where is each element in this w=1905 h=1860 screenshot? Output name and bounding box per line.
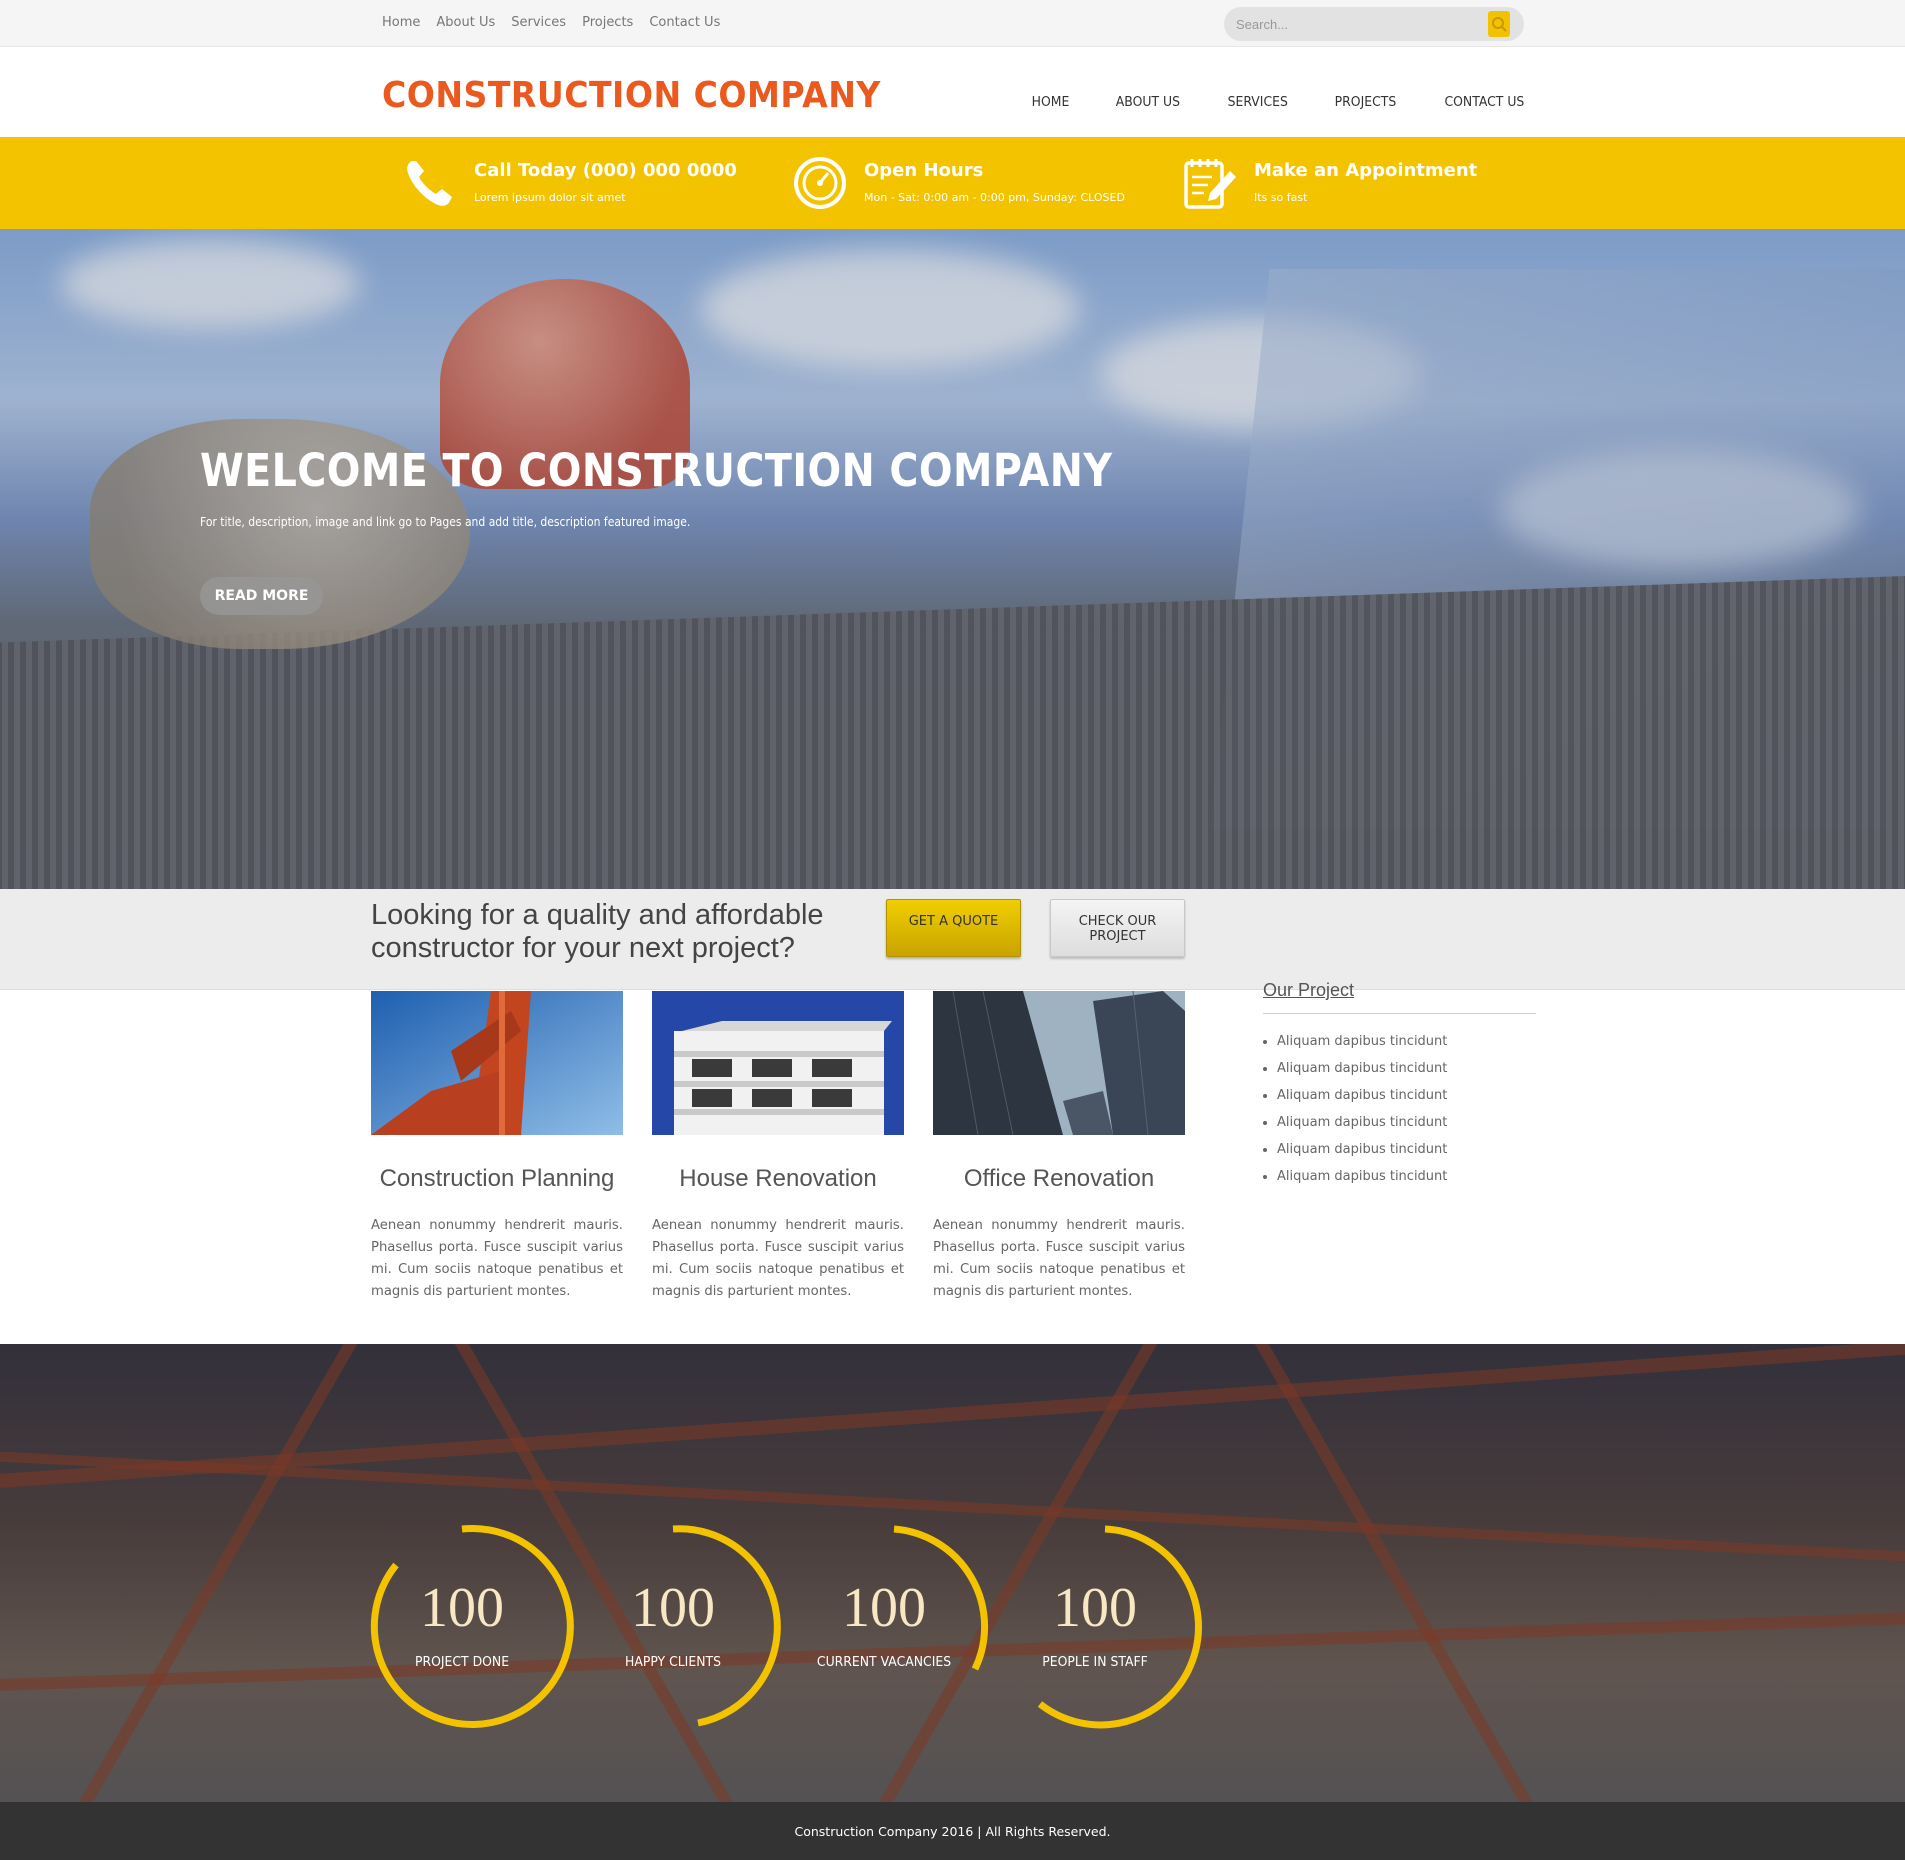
stat-value: 100 <box>842 1577 926 1639</box>
stat-counter: 100 PROJECT DONE <box>367 1524 577 1734</box>
main-nav-projects[interactable]: PROJECTS <box>1335 94 1397 110</box>
hero-title: WELCOME TO CONSTRUCTION COMPANY <box>200 444 1113 497</box>
top-nav-services[interactable]: Services <box>511 15 566 30</box>
stats-section: 100 PROJECT DONE 100 HAPPY CLIENTS 100 C… <box>0 1344 1905 1802</box>
hero-slider: WELCOME TO CONSTRUCTION COMPANY For titl… <box>0 229 1905 889</box>
stat-label: HAPPY CLIENTS <box>625 1654 721 1670</box>
sidebar-list-item[interactable]: Aliquam dapibus tincidunt <box>1277 1055 1536 1082</box>
info-appointment-title: Make an Appointment <box>1254 160 1478 181</box>
sidebar-title[interactable]: Our Project <box>1263 980 1536 1014</box>
info-appointment-subtitle: Its so fast <box>1254 191 1308 204</box>
sidebar-list: Aliquam dapibus tincidunt Aliquam dapibu… <box>1263 1028 1536 1190</box>
service-card: Construction Planning Aenean nonummy hen… <box>371 991 623 1303</box>
sidebar-list-item[interactable]: Aliquam dapibus tincidunt <box>1277 1028 1536 1055</box>
office-towers-photo-art <box>933 991 1185 1135</box>
main-nav-services[interactable]: SERVICES <box>1227 94 1287 110</box>
phone-icon <box>407 161 452 206</box>
search-box <box>1224 7 1524 41</box>
main-nav-contact[interactable]: CONTACT US <box>1445 94 1525 110</box>
service-text: Aenean nonummy hendrerit mauris. Phasell… <box>933 1218 1185 1299</box>
sidebar-list-item[interactable]: Aliquam dapibus tincidunt <box>1277 1082 1536 1109</box>
stat-label: PROJECT DONE <box>414 1654 510 1670</box>
check-project-button[interactable]: CHECK OUR PROJECT <box>1050 899 1185 957</box>
info-hours-title: Open Hours <box>864 160 984 181</box>
service-text: Aenean nonummy hendrerit mauris. Phasell… <box>652 1218 904 1299</box>
service-title: Construction Planning <box>379 1165 615 1192</box>
cta-text: Looking for a quality and affordable con… <box>371 899 824 964</box>
read-more-button[interactable]: READ MORE <box>200 577 323 615</box>
sidebar-list-item[interactable]: Aliquam dapibus tincidunt <box>1277 1136 1536 1163</box>
stat-counter: 100 HAPPY CLIENTS <box>578 1524 788 1734</box>
site-footer: Construction Company 2016 | All Rights R… <box>0 1802 1905 1860</box>
notepad-pencil-icon <box>1184 159 1236 209</box>
top-nav-home[interactable]: Home <box>382 15 420 30</box>
search-button[interactable] <box>1488 11 1510 37</box>
our-project-sidebar: Our Project Aliquam dapibus tincidunt Al… <box>1263 980 1536 1190</box>
bridge-photo-art <box>371 991 623 1135</box>
top-nav-contact[interactable]: Contact Us <box>649 15 720 30</box>
get-quote-button[interactable]: GET A QUOTE <box>886 899 1021 957</box>
cta-band: Looking for a quality and affordable con… <box>0 889 1905 990</box>
footer-copyright: Construction Company 2016 | All Rights R… <box>794 1824 1111 1839</box>
search-input[interactable] <box>1236 7 1486 41</box>
info-bar: Call Today (000) 000 0000 Lorem ipsum do… <box>0 137 1905 229</box>
office-towers-photo[interactable] <box>933 991 1185 1135</box>
info-call-subtitle: Lorem ipsum dolor sit amet <box>474 191 626 204</box>
top-nav-projects[interactable]: Projects <box>582 15 633 30</box>
site-header: CONSTRUCTION COMPANY HOME ABOUT US SERVI… <box>0 47 1905 137</box>
service-text: Aenean nonummy hendrerit mauris. Phasell… <box>371 1218 623 1299</box>
service-title: House Renovation <box>679 1165 877 1192</box>
site-logo[interactable]: CONSTRUCTION COMPANY <box>382 75 881 116</box>
search-icon <box>1492 17 1507 32</box>
top-nav: Home About Us Services Projects Contact … <box>382 15 720 30</box>
top-utility-bar: Home About Us Services Projects Contact … <box>0 0 1905 47</box>
info-call-title: Call Today (000) 000 0000 <box>474 160 737 181</box>
stat-value: 100 <box>1053 1577 1137 1639</box>
bridge-photo[interactable] <box>371 991 623 1135</box>
sidebar-list-item[interactable]: Aliquam dapibus tincidunt <box>1277 1163 1536 1190</box>
stat-label: PEOPLE IN STAFF <box>1042 1654 1148 1670</box>
stat-value: 100 <box>420 1577 504 1639</box>
hero-overlay <box>0 229 1905 889</box>
hero-text: For title, description, image and link g… <box>200 515 691 529</box>
service-card: House Renovation Aenean nonummy hendreri… <box>652 991 904 1303</box>
house-photo-art <box>652 991 904 1135</box>
service-card: Office Renovation Aenean nonummy hendrer… <box>933 991 1185 1303</box>
top-nav-about[interactable]: About Us <box>436 15 495 30</box>
house-photo[interactable] <box>652 991 904 1135</box>
main-nav-home[interactable]: HOME <box>1032 94 1070 110</box>
service-title: Office Renovation <box>963 1165 1155 1192</box>
main-nav: HOME ABOUT US SERVICES PROJECTS CONTACT … <box>1030 94 1570 110</box>
clock-gauge-icon <box>794 157 846 209</box>
stat-counter: 100 PEOPLE IN STAFF <box>1000 1524 1210 1734</box>
info-hours-subtitle: Mon - Sat: 0:00 am - 0:00 pm, Sunday: CL… <box>864 191 1125 204</box>
sidebar-list-item[interactable]: Aliquam dapibus tincidunt <box>1277 1109 1536 1136</box>
main-nav-about[interactable]: ABOUT US <box>1116 94 1180 110</box>
stat-counter: 100 CURRENT VACANCIES <box>789 1524 999 1734</box>
stat-value: 100 <box>631 1577 715 1639</box>
stat-label: CURRENT VACANCIES <box>816 1654 952 1670</box>
